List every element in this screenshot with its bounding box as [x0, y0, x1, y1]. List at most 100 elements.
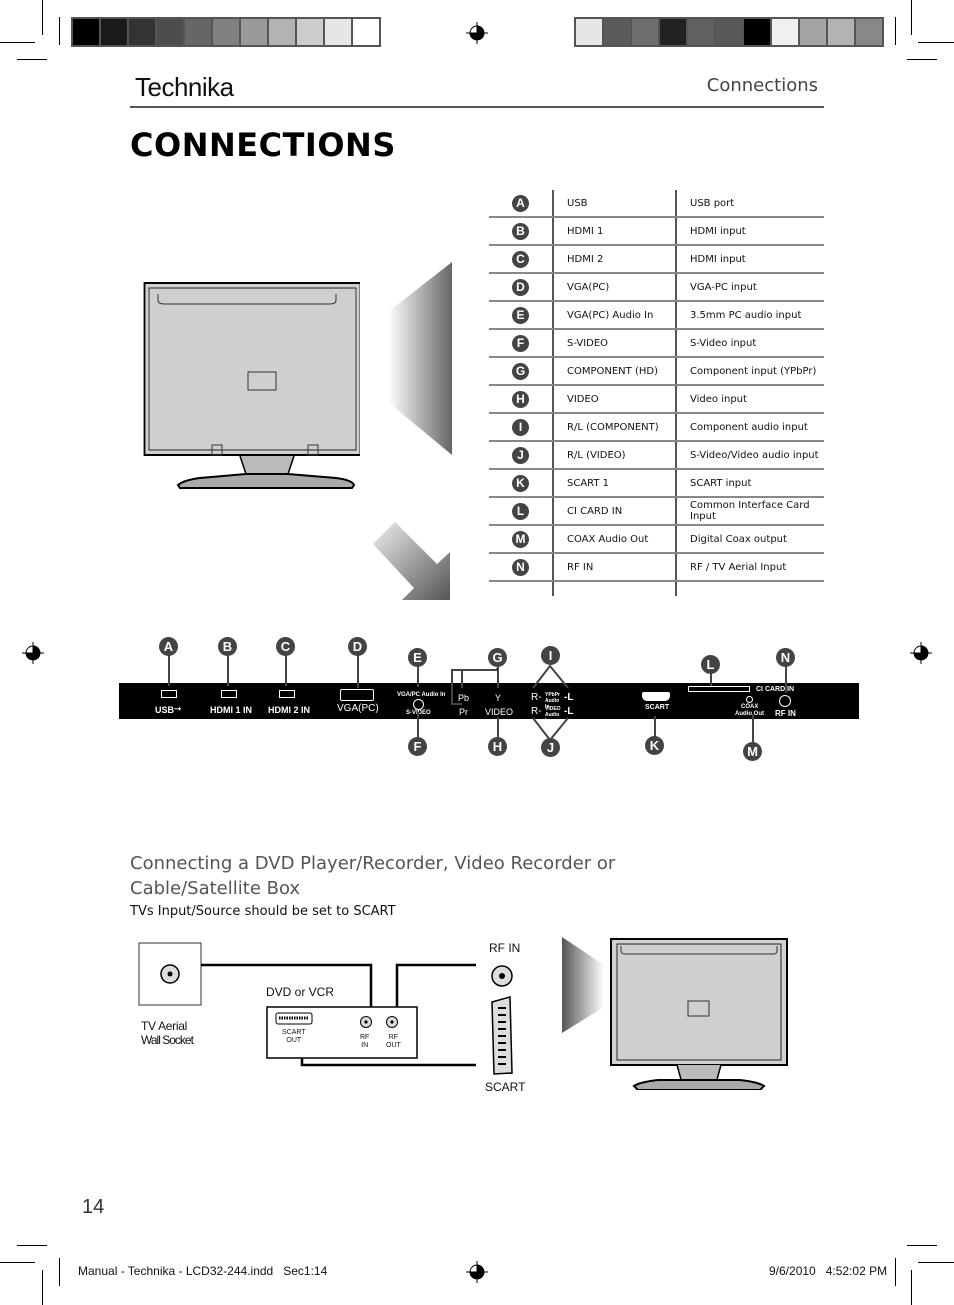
- grayscale-swatch: [269, 19, 297, 45]
- connector-name: HDMI 2: [552, 245, 676, 274]
- letter-badge: J: [512, 446, 529, 464]
- tv-rf-in-label: RF IN: [489, 941, 521, 955]
- label-hdmi1: HDMI 1 IN: [210, 705, 253, 715]
- connector-description: HDMI input: [675, 245, 824, 274]
- callout-bracket-g: [451, 668, 498, 705]
- crop-mark: [907, 1245, 937, 1246]
- callout-line: [417, 665, 419, 687]
- table-row-spacer: [489, 581, 824, 596]
- table-row: M COAX Audio Out Digital Coax output: [489, 525, 824, 554]
- connector-description: Component audio input: [675, 413, 824, 442]
- callout-g: G: [488, 648, 507, 667]
- table-row: G COMPONENT (HD) Component input (YPbPr): [489, 357, 824, 386]
- label-scart: SCART: [645, 704, 670, 711]
- grayscale-swatch: [688, 19, 716, 45]
- letter-badge: N: [512, 558, 529, 576]
- letter-badge: I: [512, 418, 529, 436]
- letter-badge: F: [512, 334, 529, 352]
- label-audio-out: Audio Out: [735, 711, 764, 717]
- connector-description: SCART input: [675, 469, 824, 498]
- page-title: CONNECTIONS: [130, 126, 396, 164]
- crop-mark: [59, 1258, 60, 1286]
- grayscale-swatch: [772, 19, 800, 45]
- table-row: A USB USB port: [489, 190, 824, 218]
- grayscale-swatch: [632, 19, 660, 45]
- table-row: F S-VIDEO S-Video input: [489, 329, 824, 358]
- letter-cell: A: [489, 190, 553, 218]
- letter-cell: D: [489, 273, 553, 302]
- letter-cell: F: [489, 329, 553, 358]
- registration-mark-icon: [22, 642, 44, 664]
- hdmi-port-icon: [221, 690, 237, 698]
- connector-name: VGA(PC) Audio In: [552, 301, 676, 330]
- callout-line: [357, 655, 359, 688]
- grayscale-swatch: [716, 19, 744, 45]
- label-audio-l1: -L: [564, 692, 574, 703]
- connector-name: COAX Audio Out: [552, 525, 676, 554]
- grayscale-swatch: [576, 19, 604, 45]
- arrow-down-right-icon: [373, 522, 450, 600]
- connector-description: S-Video/Video audio input: [675, 441, 824, 470]
- letter-cell: E: [489, 301, 553, 330]
- letter-badge: K: [512, 474, 529, 492]
- tv-rear-illustration: [143, 282, 360, 489]
- grayscale-swatch: [604, 19, 632, 45]
- connector-description: Common Interface Card Input: [675, 497, 824, 526]
- grayscale-swatch: [353, 19, 379, 45]
- table-row: C HDMI 2 HDMI input: [489, 245, 824, 274]
- label-audio-r1: R-: [531, 692, 542, 703]
- letter-badge: C: [512, 250, 529, 268]
- grayscale-swatch: [101, 19, 129, 45]
- connector-description: S-Video input: [675, 329, 824, 358]
- grayscale-swatch: [800, 19, 828, 45]
- callout-a: A: [159, 637, 178, 656]
- table-row: E VGA(PC) Audio In 3.5mm PC audio input: [489, 301, 824, 330]
- grayscale-swatch: [241, 19, 269, 45]
- crop-mark: [911, 1270, 912, 1305]
- tv-scart-label: SCART: [485, 1080, 526, 1094]
- section-heading-line2: Cable/Satellite Box: [130, 878, 301, 899]
- header-divider: [130, 106, 824, 108]
- grayscale-swatch: [129, 19, 157, 45]
- crop-mark: [17, 1245, 47, 1246]
- connector-name: SCART 1: [552, 469, 676, 498]
- rf-out-port-label: RF OUT: [386, 1034, 401, 1049]
- letter-badge: E: [512, 306, 529, 324]
- crop-mark: [918, 42, 954, 43]
- table-row: D VGA(PC) VGA-PC input: [489, 273, 824, 302]
- crop-mark: [895, 17, 896, 45]
- callout-bracket-i: [532, 664, 569, 689]
- letter-badge: H: [512, 390, 529, 408]
- callout-line: [227, 655, 229, 686]
- crop-mark: [0, 1262, 35, 1263]
- label-ci-card: CI CARD IN: [756, 686, 795, 693]
- connector-description: VGA-PC input: [675, 273, 824, 302]
- connector-name: HDMI 1: [552, 217, 676, 246]
- section-heading: Connecting a DVD Player/Recorder, Video …: [130, 851, 615, 901]
- callout-f: F: [408, 737, 427, 756]
- letter-badge: D: [512, 278, 529, 296]
- letter-cell: I: [489, 413, 553, 442]
- letter-badge: G: [512, 362, 529, 380]
- callout-b: B: [218, 637, 237, 656]
- connector-description: RF / TV Aerial Input: [675, 553, 824, 582]
- registration-mark-icon: [466, 22, 488, 44]
- connector-description: Video input: [675, 385, 824, 414]
- crop-mark: [918, 1262, 954, 1263]
- slug-file-info: Manual - Technika - LCD32-244.indd Sec1:…: [78, 1264, 328, 1278]
- connector-description: USB port: [675, 190, 824, 218]
- crop-mark: [17, 59, 47, 60]
- connector-name: VGA(PC): [552, 273, 676, 302]
- callout-c: C: [276, 637, 295, 656]
- callout-line: [785, 665, 787, 693]
- label-rf-in: RF IN: [775, 709, 796, 718]
- connector-name: R/L (VIDEO): [552, 441, 676, 470]
- crop-mark: [895, 1258, 896, 1286]
- connector-description: 3.5mm PC audio input: [675, 301, 824, 330]
- connector-description: Digital Coax output: [675, 525, 824, 554]
- callout-line: [654, 716, 656, 738]
- crop-mark: [59, 17, 60, 45]
- crop-mark: [42, 1270, 43, 1305]
- letter-cell: M: [489, 525, 553, 554]
- dvd-connection-diagram: [138, 942, 513, 1075]
